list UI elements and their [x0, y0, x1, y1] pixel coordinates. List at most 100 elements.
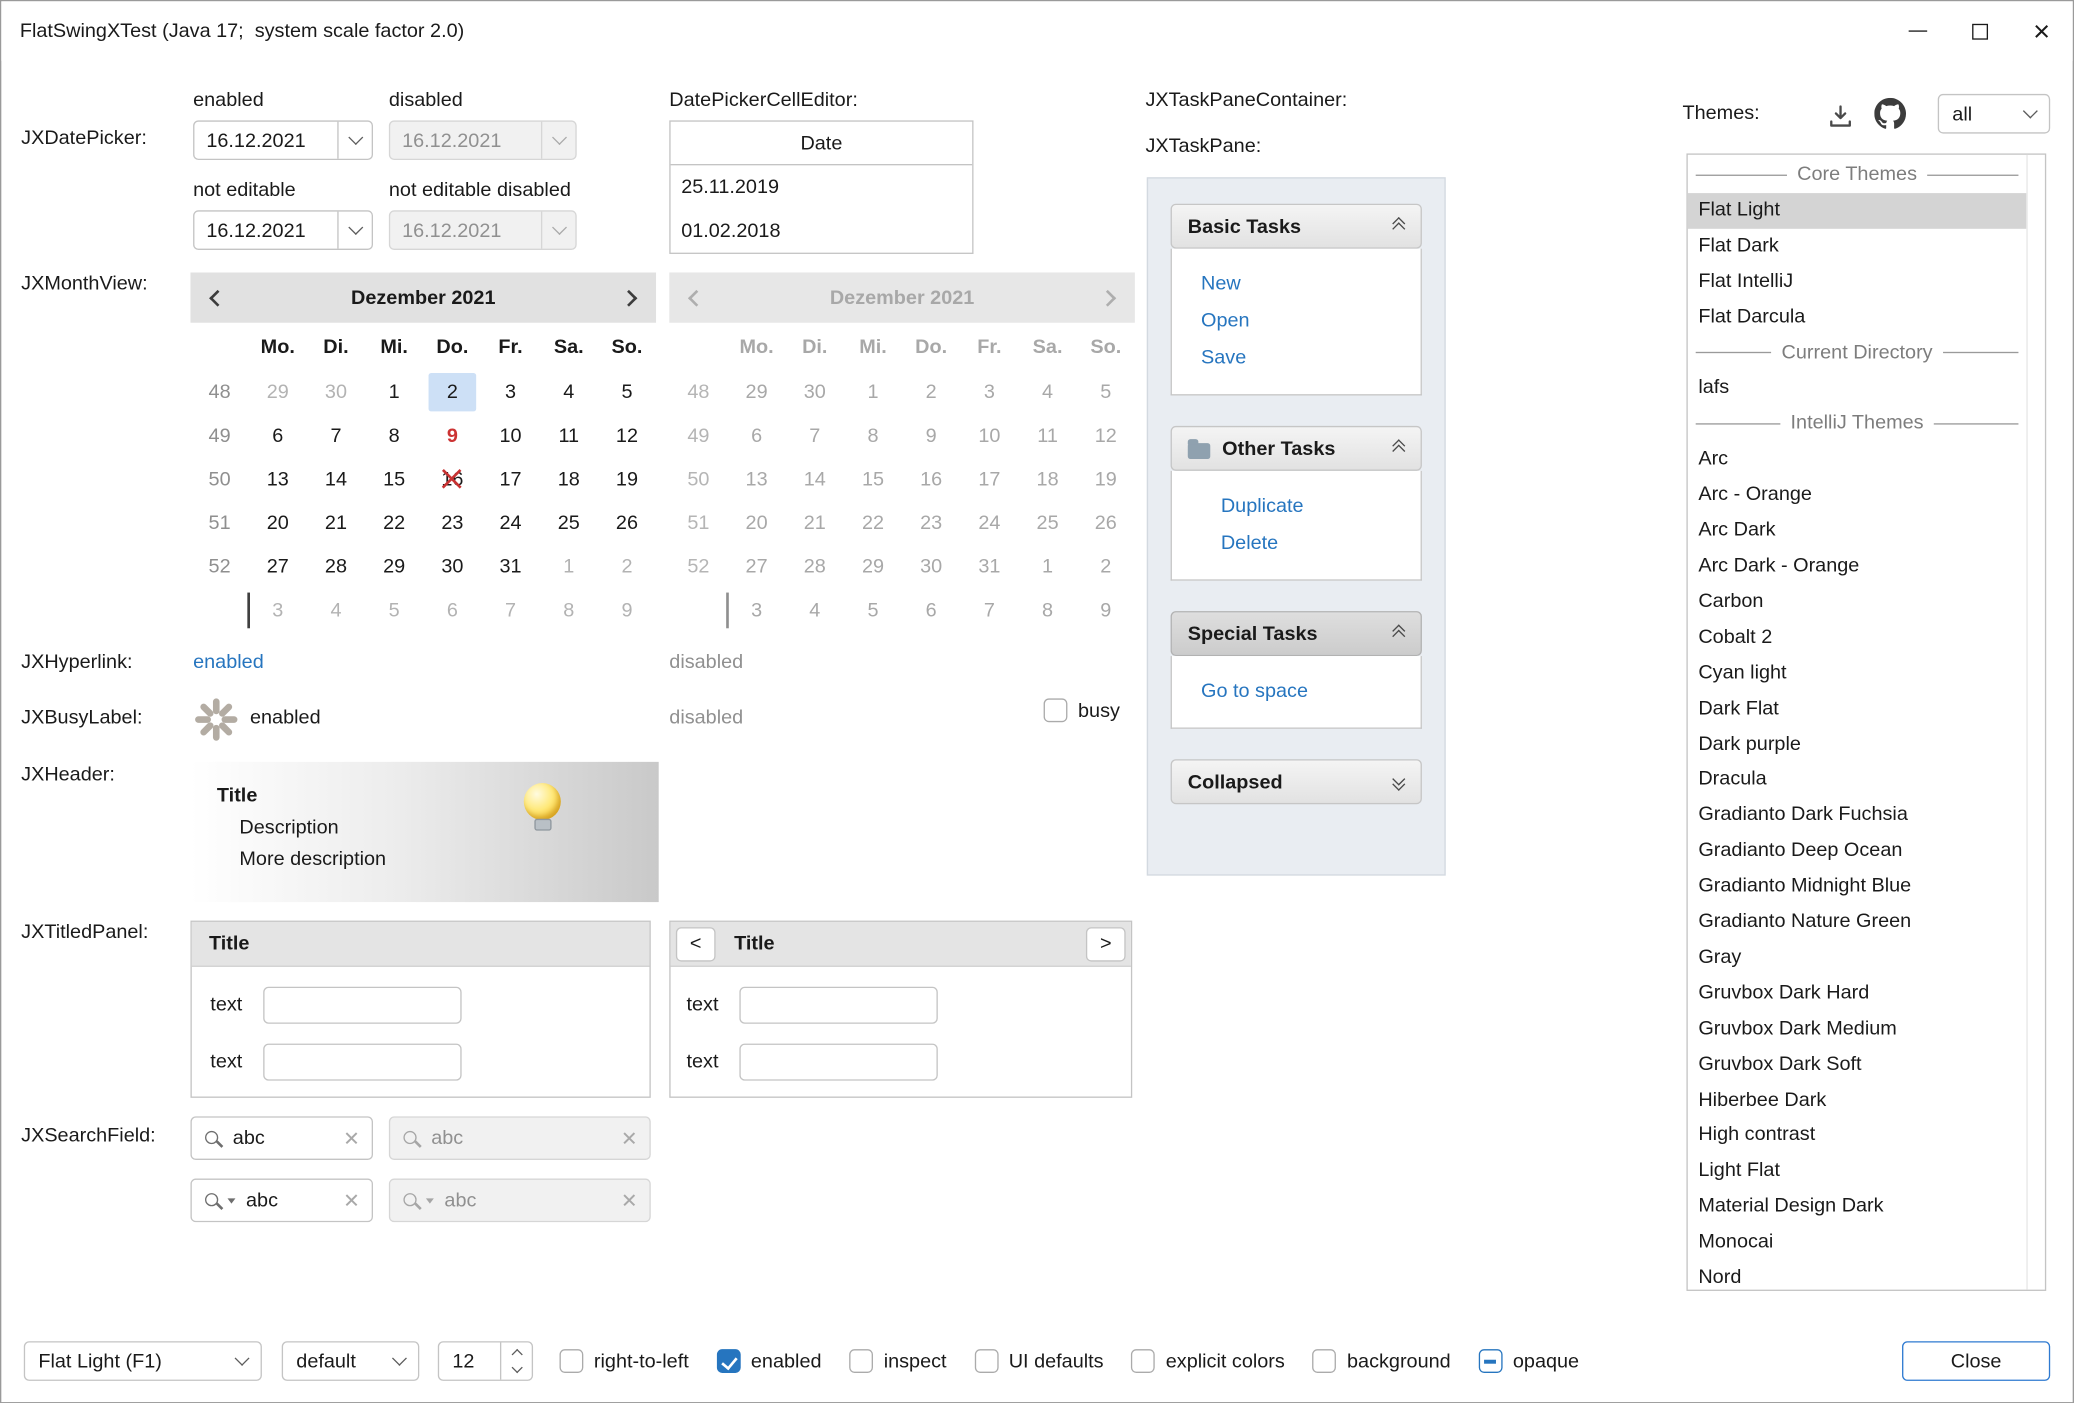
download-icon[interactable]	[1827, 102, 1855, 130]
calendar-day[interactable]: 12	[598, 414, 656, 458]
datepicker-value[interactable]: 16.12.2021	[194, 129, 337, 151]
checkbox-background[interactable]: background	[1313, 1349, 1451, 1373]
theme-item[interactable]: Gruvbox Dark Soft	[1688, 1047, 2027, 1083]
theme-item[interactable]: Dark purple	[1688, 727, 2027, 763]
calendar-day[interactable]: 15	[365, 458, 423, 502]
close-window-button[interactable]: ×	[2011, 1, 2073, 61]
calendar-day[interactable]: 30	[307, 370, 365, 414]
calendar-day[interactable]: 9	[598, 589, 656, 633]
spinner-buttons[interactable]	[500, 1343, 532, 1380]
checkbox-box[interactable]	[1044, 698, 1068, 722]
text-input[interactable]	[263, 1044, 461, 1081]
calendar-day[interactable]: 5	[598, 370, 656, 414]
theme-item[interactable]: Gradianto Dark Fuchsia	[1688, 798, 2027, 834]
calendar-day[interactable]: 1	[540, 545, 598, 589]
calendar-day[interactable]: 1	[365, 370, 423, 414]
search-value[interactable]: abc	[233, 1127, 333, 1149]
taskpane-header[interactable]: Other Tasks	[1171, 426, 1422, 471]
close-button[interactable]: Close	[1902, 1341, 2050, 1381]
calendar-day[interactable]: 3	[249, 589, 307, 633]
taskpane-link[interactable]: Open	[1201, 303, 1421, 340]
calendar-day[interactable]: 25	[540, 501, 598, 545]
taskpane-header[interactable]: Collapsed	[1171, 759, 1422, 804]
checkbox-explicit-colors[interactable]: explicit colors	[1131, 1349, 1284, 1373]
calendar-day[interactable]: 4	[540, 370, 598, 414]
collapse-icon[interactable]	[1394, 626, 1403, 641]
taskpane-link[interactable]: New	[1201, 266, 1421, 303]
theme-item[interactable]: Arc Dark - Orange	[1688, 549, 2027, 585]
calendar-day[interactable]: 18	[540, 458, 598, 502]
taskpane-header[interactable]: Basic Tasks	[1171, 204, 1422, 249]
theme-item[interactable]: Cyan light	[1688, 656, 2027, 692]
search-value[interactable]: abc	[246, 1189, 333, 1211]
theme-item[interactable]: lafs	[1688, 371, 2027, 407]
checkbox-box[interactable]	[717, 1349, 741, 1373]
calendar-day[interactable]: 6	[249, 414, 307, 458]
checkbox-right-to-left[interactable]: right-to-left	[560, 1349, 689, 1373]
taskpane-link[interactable]: Delete	[1221, 525, 1421, 562]
calendar-day[interactable]: 14	[307, 458, 365, 502]
github-icon[interactable]	[1874, 98, 1906, 130]
calendar-day[interactable]: 30	[423, 545, 481, 589]
calendar-day[interactable]: 23	[423, 501, 481, 545]
calendar-day[interactable]: 28	[307, 545, 365, 589]
calendar-day[interactable]: 29	[365, 545, 423, 589]
maximize-button[interactable]	[1948, 1, 2010, 61]
theme-item[interactable]: Monocai	[1688, 1225, 2027, 1261]
themes-filter-combo[interactable]: all	[1938, 94, 2050, 134]
clear-icon[interactable]: ✕	[343, 1188, 360, 1212]
date-table-row[interactable]: 01.02.2018	[671, 209, 973, 253]
theme-item[interactable]: Cobalt 2	[1688, 620, 2027, 656]
calendar-day[interactable]: 8	[540, 589, 598, 633]
theme-item[interactable]: Arc	[1688, 442, 2027, 478]
datepicker-enabled[interactable]: 16.12.2021	[193, 120, 373, 160]
calendar-day[interactable]: 21	[307, 501, 365, 545]
theme-item[interactable]: Flat IntelliJ	[1688, 264, 2027, 300]
calendar-day[interactable]: 19	[598, 458, 656, 502]
calendar-day[interactable]: 2	[598, 545, 656, 589]
calendar-day[interactable]: 27	[249, 545, 307, 589]
checkbox-busy[interactable]: busy	[1044, 698, 1120, 722]
text-input[interactable]	[739, 987, 937, 1024]
title-left-button[interactable]: <	[676, 927, 716, 961]
taskpane-link[interactable]: Save	[1201, 340, 1421, 377]
date-table-row[interactable]: 25.11.2019	[671, 165, 973, 209]
taskpane-link[interactable]: Duplicate	[1221, 488, 1421, 525]
calendar-day[interactable]: 29	[249, 370, 307, 414]
datepicker-dropdown-button[interactable]	[337, 122, 371, 159]
theme-item[interactable]: Dracula	[1688, 762, 2027, 798]
increment-icon[interactable]	[511, 1349, 522, 1360]
checkbox-opaque[interactable]: opaque	[1478, 1349, 1579, 1373]
hyperlink-enabled[interactable]: enabled	[193, 651, 264, 673]
theme-item[interactable]: Light Flat	[1688, 1154, 2027, 1190]
minimize-button[interactable]	[1886, 1, 1948, 61]
calendar-day[interactable]: 13	[249, 458, 307, 502]
datepicker-dropdown-button[interactable]	[337, 212, 371, 249]
checkbox-box[interactable]	[974, 1349, 998, 1373]
datepicker-value[interactable]: 16.12.2021	[194, 219, 337, 241]
theme-item[interactable]: High contrast	[1688, 1118, 2027, 1154]
themes-scrollbar[interactable]	[2026, 155, 2045, 1290]
checkbox-inspect[interactable]: inspect	[849, 1349, 946, 1373]
checkbox-box[interactable]	[1478, 1349, 1502, 1373]
calendar-day[interactable]: 24	[481, 501, 539, 545]
table-column-header[interactable]: Date	[671, 122, 973, 166]
theme-item[interactable]: Gradianto Deep Ocean	[1688, 834, 2027, 870]
checkbox-box[interactable]	[1313, 1349, 1337, 1373]
title-right-button[interactable]: >	[1086, 927, 1126, 961]
theme-item[interactable]: Dark Flat	[1688, 691, 2027, 727]
theme-item[interactable]: Flat Light	[1688, 193, 2027, 229]
calendar-day[interactable]: 31	[481, 545, 539, 589]
theme-item[interactable]: Gradianto Midnight Blue	[1688, 869, 2027, 905]
search-menu-arrow-icon[interactable]	[228, 1198, 236, 1203]
text-input[interactable]	[739, 1044, 937, 1081]
datepicker-not-editable[interactable]: 16.12.2021	[193, 210, 373, 250]
calendar-day[interactable]: 11	[540, 414, 598, 458]
theme-item[interactable]: Carbon	[1688, 584, 2027, 620]
searchfield-enabled[interactable]: abc ✕	[190, 1116, 373, 1160]
calendar-day[interactable]: 7	[481, 589, 539, 633]
text-input[interactable]	[263, 987, 461, 1024]
theme-item[interactable]: Flat Dark	[1688, 229, 2027, 265]
clear-icon[interactable]: ✕	[343, 1126, 360, 1150]
theme-item[interactable]: Gray	[1688, 940, 2027, 976]
